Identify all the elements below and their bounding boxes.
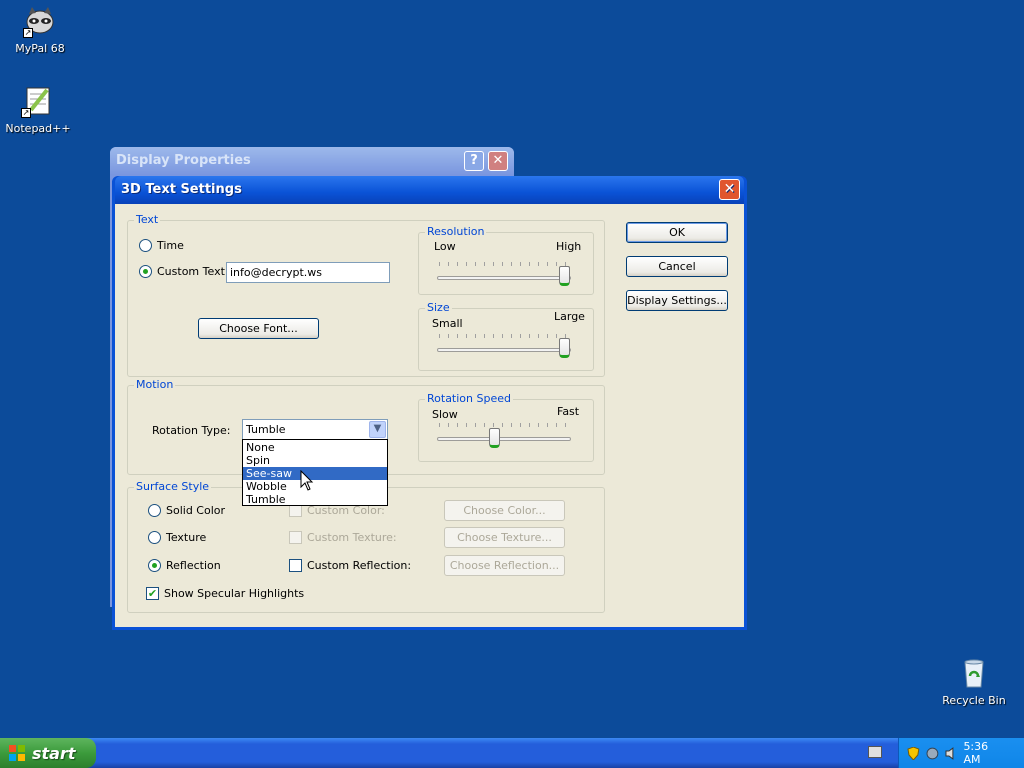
mouse-cursor-icon (300, 470, 314, 491)
dialog-body: Text Time Custom Text: info@decrypt.ws C… (115, 204, 744, 627)
recycle-bin-icon (957, 656, 991, 690)
choose-texture-button[interactable]: Choose Texture... (444, 527, 565, 548)
dropdown-option-wobble[interactable]: Wobble (243, 480, 387, 493)
volume-icon[interactable] (945, 746, 958, 760)
help-button[interactable]: ? (464, 151, 484, 171)
time-radio-label: Time (157, 239, 184, 252)
size-slider-thumb[interactable] (559, 338, 570, 358)
start-button[interactable]: start (0, 738, 96, 768)
keyboard-icon[interactable] (868, 746, 882, 758)
rotation-type-value: Tumble (246, 423, 286, 436)
rotation-speed-label: Rotation Speed (425, 392, 513, 405)
resolution-slider-track[interactable] (437, 276, 571, 280)
resolution-high-label: High (556, 240, 582, 253)
choose-reflection-button[interactable]: Choose Reflection... (444, 555, 565, 576)
dropdown-option-see-saw[interactable]: See-saw (243, 467, 387, 480)
rotation-speed-slow-label: Slow (432, 408, 458, 421)
raccoon-icon: ↗ (23, 4, 57, 38)
parent-window-title: Display Properties (116, 153, 251, 168)
surface-style-label: Surface Style (134, 480, 212, 493)
display-settings-button[interactable]: Display Settings... (626, 290, 728, 311)
desktop-icon-label: Notepad++ (5, 122, 71, 135)
dropdown-option-none[interactable]: None (243, 441, 387, 454)
radio-circle (148, 504, 161, 517)
checkbox-box (289, 559, 302, 572)
choose-color-button[interactable]: Choose Color... (444, 500, 565, 521)
rotation-type-dropdown-list: None Spin See-saw Wobble Tumble (242, 439, 388, 506)
text-group-label: Text (134, 213, 161, 226)
solid-color-radio[interactable]: Solid Color (148, 504, 225, 517)
resolution-low-label: Low (434, 240, 456, 253)
resolution-label: Resolution (425, 225, 487, 238)
rotation-speed-slider-thumb[interactable] (489, 428, 500, 448)
choose-font-button[interactable]: Choose Font... (198, 318, 319, 339)
checkbox-box (289, 531, 302, 544)
system-tray: 5:36 AM (898, 738, 1024, 768)
solid-color-label: Solid Color (166, 504, 226, 517)
start-label: start (32, 743, 76, 763)
reflection-label: Reflection (166, 559, 221, 572)
radio-circle (139, 239, 152, 252)
notepadpp-icon: ↗ (21, 84, 55, 118)
dialog-close-button[interactable]: ✕ (719, 179, 740, 200)
custom-reflection-checkbox[interactable]: Custom Reflection: (289, 559, 411, 572)
cancel-button[interactable]: Cancel (626, 256, 728, 277)
dialog-title: 3D Text Settings (121, 182, 242, 197)
rotation-speed-fast-label: Fast (557, 405, 580, 418)
dialog-titlebar[interactable]: 3D Text Settings ✕ (115, 176, 744, 204)
specular-highlights-checkbox[interactable]: ✔ Show Specular Highlights (146, 587, 304, 600)
desktop-icon-label: Recycle Bin (942, 694, 1006, 707)
security-shield-icon[interactable] (907, 746, 920, 760)
desktop-icon-mypal[interactable]: ↗ MyPal 68 (0, 4, 80, 55)
ok-button[interactable]: OK (626, 222, 728, 243)
custom-text-radio[interactable]: Custom Text: (139, 265, 229, 278)
rotation-speed-slider-track[interactable] (437, 437, 571, 441)
radio-circle (139, 265, 152, 278)
chevron-down-icon[interactable]: ▼ (369, 421, 386, 438)
dropdown-option-spin[interactable]: Spin (243, 454, 387, 467)
custom-text-radio-label: Custom Text: (157, 265, 229, 278)
desktop-icon-label: MyPal 68 (15, 42, 65, 55)
custom-texture-checkbox[interactable]: Custom Texture: (289, 531, 397, 544)
resolution-ticks (439, 262, 569, 266)
reflection-radio[interactable]: Reflection (148, 559, 221, 572)
network-icon[interactable] (926, 747, 939, 760)
custom-text-input[interactable]: info@decrypt.ws (226, 262, 390, 283)
desktop-icon-notepadpp[interactable]: ↗ Notepad++ (0, 84, 78, 135)
rotation-speed-ticks (439, 423, 569, 427)
specular-highlights-label: Show Specular Highlights (164, 587, 305, 600)
size-ticks (439, 334, 569, 338)
checkmark-icon: ✔ (146, 587, 159, 600)
custom-texture-label: Custom Texture: (307, 531, 397, 544)
desktop-icon-recycle-bin[interactable]: Recycle Bin (934, 656, 1014, 707)
motion-group-label: Motion (134, 378, 176, 391)
size-large-label: Large (554, 310, 585, 323)
time-radio[interactable]: Time (139, 239, 184, 252)
windows-logo-icon (9, 745, 25, 761)
clock[interactable]: 5:36 AM (963, 740, 1008, 766)
3d-text-settings-dialog: 3D Text Settings ✕ Text Time Custom Text… (112, 176, 747, 630)
radio-circle (148, 531, 161, 544)
size-label: Size (425, 301, 452, 314)
rotation-type-label: Rotation Type: (152, 424, 231, 437)
parent-titlebar[interactable]: Display Properties ? ✕ (110, 147, 514, 175)
size-slider-track[interactable] (437, 348, 571, 352)
size-small-label: Small (432, 317, 463, 330)
custom-reflection-label: Custom Reflection: (307, 559, 412, 572)
taskbar: start 5:36 AM (0, 738, 1024, 768)
texture-radio[interactable]: Texture (148, 531, 206, 544)
rotation-type-select[interactable]: Tumble ▼ (242, 419, 388, 440)
radio-circle (148, 559, 161, 572)
parent-close-button[interactable]: ✕ (488, 151, 508, 171)
texture-label: Texture (166, 531, 207, 544)
dropdown-option-tumble[interactable]: Tumble (243, 493, 387, 506)
resolution-slider-thumb[interactable] (559, 266, 570, 286)
